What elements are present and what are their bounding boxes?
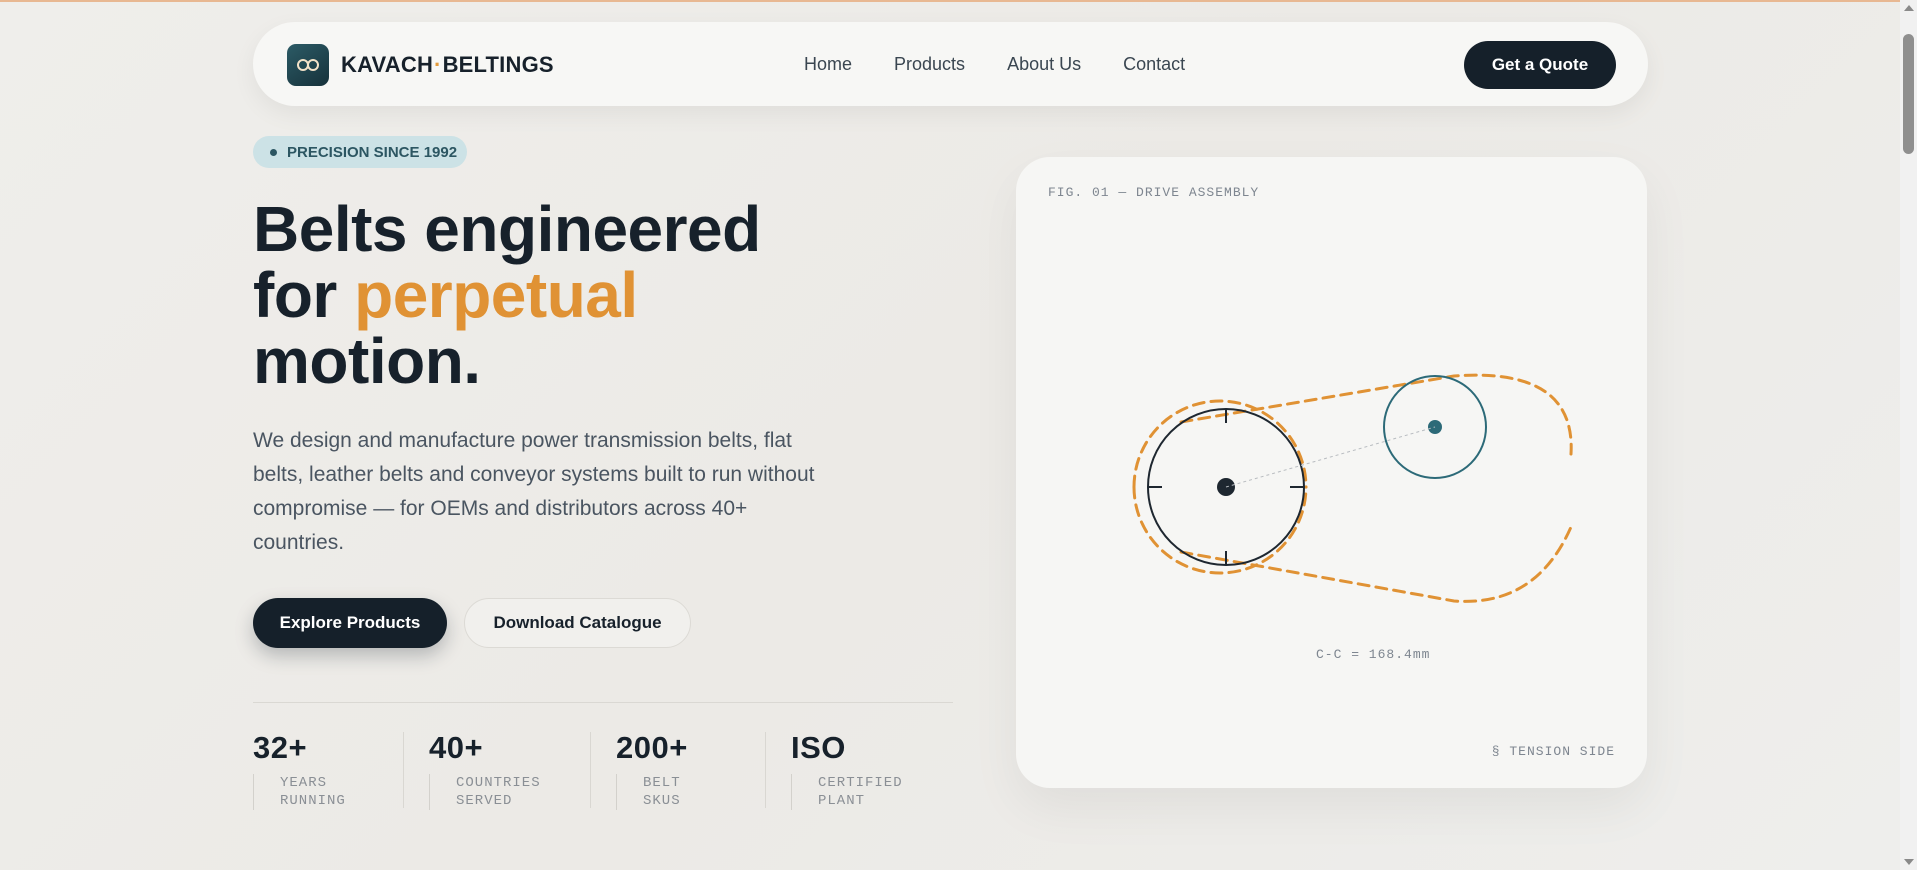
nav-link-home[interactable]: Home	[804, 54, 852, 75]
scroll-down-icon[interactable]	[1904, 859, 1914, 865]
center-distance-line	[1225, 426, 1436, 488]
scroll-up-icon[interactable]	[1904, 5, 1914, 11]
badge-dot	[270, 149, 277, 156]
drive-assembly-diagram	[1132, 373, 1573, 603]
stat-years: 32+ YEARS RUNNING	[253, 730, 346, 810]
stat-separator	[590, 732, 591, 808]
stat-countries: 40+ COUNTRIES SERVED	[429, 730, 541, 810]
nav-link-about-us[interactable]: About Us	[1007, 54, 1081, 75]
explore-products-button[interactable]: Explore Products	[253, 598, 447, 648]
precision-badge: PRECISION SINCE 1992	[253, 136, 467, 168]
stat-separator	[765, 732, 766, 808]
drive-assembly-card: FIG. 01 — DRIVE ASSEMBLY C-C = 168.4mm §…	[1016, 157, 1647, 788]
belt-path	[1132, 373, 1573, 603]
headline-accent: perpetual	[354, 259, 638, 331]
nav-link-contact[interactable]: Contact	[1123, 54, 1185, 75]
tension-side-label: § TENSION SIDE	[1491, 744, 1615, 759]
scroll-thumb[interactable]	[1903, 34, 1914, 154]
center-distance-label: C-C = 168.4mm	[1316, 647, 1431, 662]
stat-belt-skus: 200+ BELT SKUS	[616, 730, 688, 810]
hero-headline: Belts engineered for perpetual motion.	[253, 193, 761, 397]
nav-link-products[interactable]: Products	[894, 54, 965, 75]
stats-divider	[253, 702, 953, 703]
logo-icon[interactable]	[287, 44, 329, 86]
top-accent-line	[0, 0, 1900, 2]
page-scrollbar[interactable]	[1900, 0, 1917, 870]
stat-iso: ISO CERTIFIED PLANT	[791, 730, 903, 810]
nav-links: Home Products About Us Contact	[804, 54, 1185, 75]
download-catalogue-button[interactable]: Download Catalogue	[464, 598, 691, 648]
infinity-icon	[297, 59, 319, 71]
get-a-quote-button[interactable]: Get a Quote	[1464, 41, 1616, 89]
stat-separator	[403, 732, 404, 808]
hero-lead-paragraph: We design and manufacture power transmis…	[253, 429, 815, 554]
brand-name[interactable]: KAVACH·BELTINGS	[341, 52, 554, 78]
navbar: KAVACH·BELTINGS Home Products About Us C…	[253, 22, 1648, 106]
